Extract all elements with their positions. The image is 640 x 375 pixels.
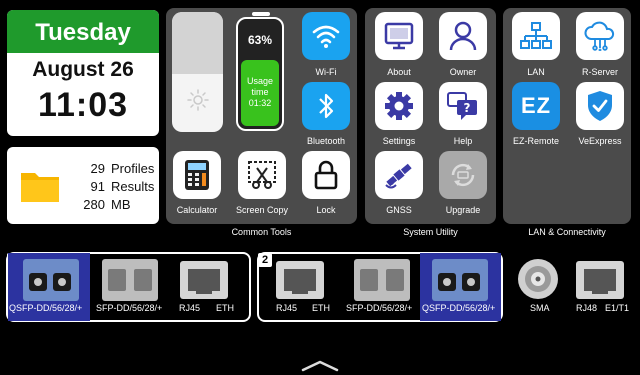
lan-tile[interactable]	[512, 12, 560, 60]
lock-icon	[314, 160, 338, 190]
rj48-label: RJ48	[576, 303, 598, 313]
network-icon	[520, 22, 552, 49]
rj45-port-1-label: RJ45	[179, 303, 201, 313]
rj45-connector-icon	[276, 261, 324, 299]
screen-copy-tile[interactable]	[238, 151, 286, 199]
brightness-track-empty	[172, 12, 223, 75]
monitor-icon	[384, 22, 414, 50]
usage-time-value: 01:32	[248, 98, 272, 108]
wifi-icon	[312, 25, 340, 48]
veexpress-tile[interactable]	[576, 82, 624, 130]
sfp-connector-icon	[354, 259, 410, 301]
common-tools-caption: Common Tools	[231, 227, 292, 237]
usage-time-label: Usage time	[246, 76, 273, 97]
screen-copy-icon	[248, 161, 276, 189]
eth-port-1-label: ETH	[216, 303, 234, 313]
owner-tile[interactable]	[439, 12, 487, 60]
wifi-label: Wi-Fi	[315, 67, 337, 77]
brightness-icon	[187, 89, 209, 111]
date-time-card: Tuesday August 26 11:03	[7, 10, 159, 136]
files-summary-card[interactable]: 29 Profiles 91 Results 280 MB	[7, 147, 159, 224]
time-label: 11:03	[37, 86, 129, 124]
ez-logo-icon: EZ	[520, 93, 552, 118]
help-label: Help	[453, 136, 473, 146]
profiles-row: 29 Profiles	[90, 160, 155, 176]
calculator-icon	[185, 160, 209, 190]
settings-tile[interactable]	[375, 82, 423, 130]
upgrade-label: Upgrade	[445, 205, 481, 215]
bluetooth-label: Bluetooth	[306, 136, 346, 146]
upgrade-icon	[451, 163, 475, 187]
results-row: 91 Results	[90, 178, 155, 194]
sfp-port-1-label: SFP-DD/56/28/+	[96, 303, 163, 313]
about-label: About	[387, 67, 411, 77]
battery-indicator[interactable]: 63% Usage time 01:32	[236, 17, 284, 131]
battery-terminal	[252, 12, 270, 16]
svg-text:?: ?	[464, 101, 471, 115]
owner-label: Owner	[449, 67, 477, 77]
rj45-connector-icon	[180, 261, 228, 299]
r-server-tile[interactable]	[576, 12, 624, 60]
qsfp-port-1-label: QSFP-DD/56/28/+	[9, 303, 83, 313]
wifi-tile[interactable]	[302, 12, 350, 60]
day-of-week: Tuesday	[7, 10, 159, 53]
help-tile[interactable]: ?	[439, 82, 487, 130]
screen-copy-label: Screen Copy	[235, 205, 289, 215]
lan-connectivity-caption: LAN & Connectivity	[528, 227, 606, 237]
brightness-slider[interactable]	[172, 12, 223, 132]
sma-label: SMA	[530, 303, 550, 313]
gnss-tile[interactable]	[375, 151, 423, 199]
sfp-connector-icon	[102, 259, 158, 301]
qsfp-port-2-label: QSFP-DD/56/28/+	[422, 303, 496, 313]
ez-remote-label: EZ-Remote	[512, 136, 559, 146]
settings-label: Settings	[382, 136, 416, 146]
chevron-up-icon[interactable]	[301, 360, 339, 372]
user-icon	[449, 21, 477, 51]
bluetooth-tile[interactable]	[302, 82, 350, 130]
veexpress-label: VeExpress	[578, 136, 622, 146]
qsfp-connector-icon	[432, 259, 488, 301]
r-server-label: R-Server	[581, 67, 618, 77]
usage-time: Usage time 01:32	[238, 76, 282, 109]
shield-check-icon	[588, 91, 612, 121]
e1t1-label: E1/T1	[605, 303, 630, 313]
sfp-port-2-label: SFP-DD/56/28/+	[346, 303, 413, 313]
gnss-label: GNSS	[386, 205, 412, 215]
lan-label: LAN	[527, 67, 545, 77]
about-tile[interactable]	[375, 12, 423, 60]
cloud-network-icon	[584, 21, 615, 51]
satellite-icon	[385, 163, 412, 189]
bluetooth-icon	[319, 93, 334, 119]
lock-label: Lock	[316, 205, 336, 215]
calculator-label: Calculator	[176, 205, 218, 215]
sma-connector-icon	[518, 259, 558, 299]
calculator-tile[interactable]	[173, 151, 221, 199]
lock-tile[interactable]	[302, 151, 350, 199]
eth-port-2-label: ETH	[312, 303, 330, 313]
system-utility-caption: System Utility	[403, 227, 458, 237]
ez-remote-tile[interactable]: EZ	[512, 82, 560, 130]
storage-row: 280 MB	[83, 196, 131, 212]
help-icon: ?	[447, 92, 477, 120]
battery-percent: 63%	[247, 33, 273, 47]
upgrade-tile[interactable]	[439, 151, 487, 199]
rj48-connector-icon	[576, 261, 624, 299]
qsfp-connector-icon	[23, 259, 79, 301]
rj45-port-2-label: RJ45	[276, 303, 298, 313]
gear-icon	[385, 92, 413, 120]
date-label: August 26	[32, 58, 134, 81]
folder-icon	[21, 173, 59, 202]
